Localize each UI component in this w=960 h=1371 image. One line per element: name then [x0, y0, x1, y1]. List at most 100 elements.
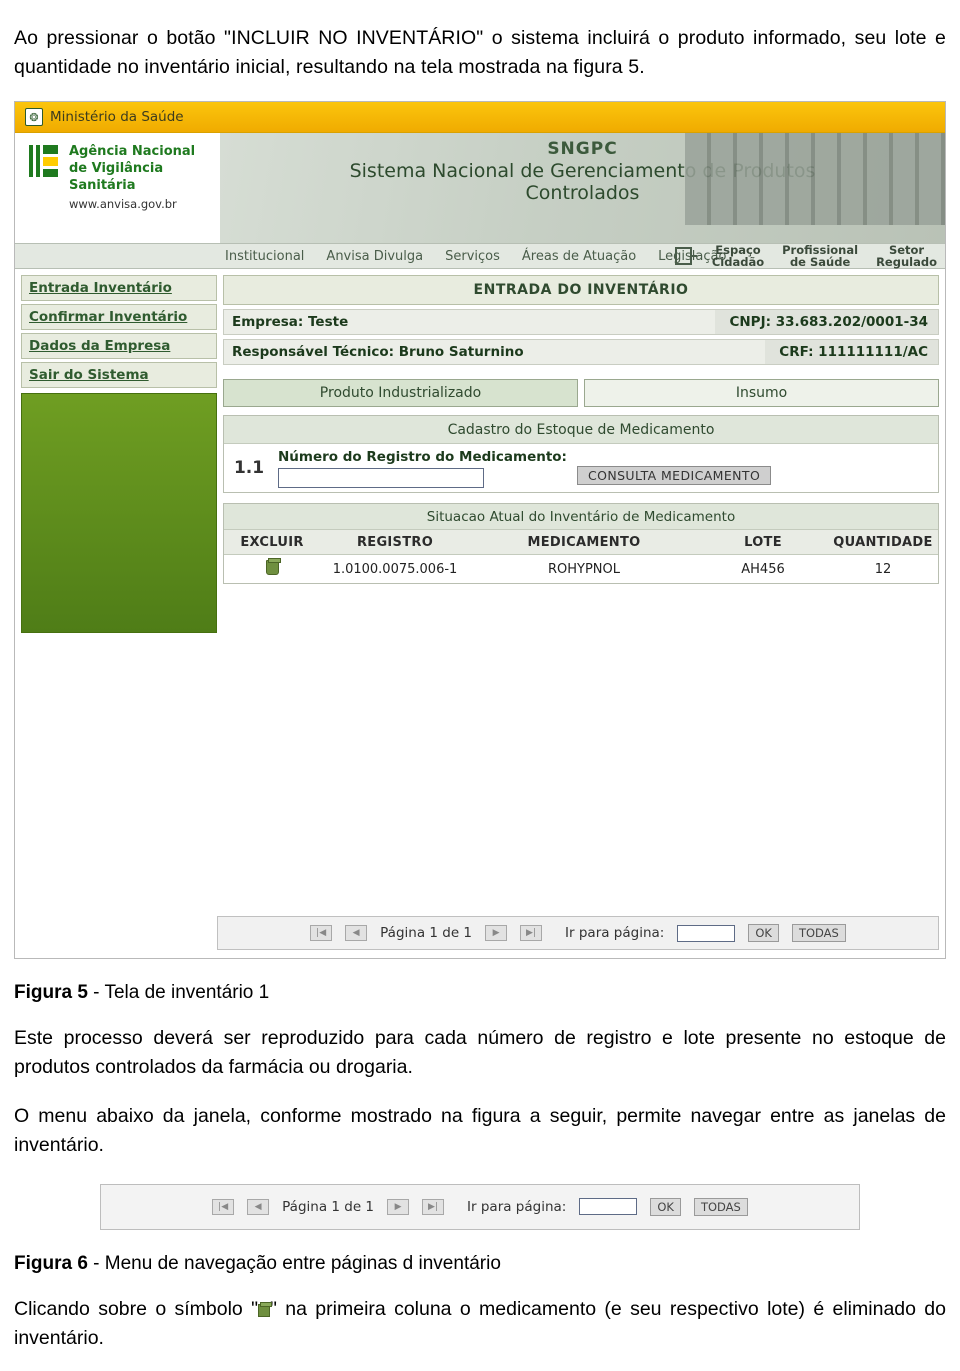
- prev-page-button[interactable]: ◀: [345, 925, 368, 941]
- paragraph-3-pre: Clicando sobre o símbolo ": [14, 1297, 259, 1320]
- agency-url: www.anvisa.gov.br: [69, 197, 177, 211]
- crf-value: 111111111/AC: [818, 344, 928, 360]
- page-indicator: Página 1 de 1: [380, 925, 473, 941]
- goto-page-input-2[interactable]: [579, 1198, 638, 1215]
- nav-right-setor-regulado[interactable]: Setor Regulado: [876, 244, 937, 268]
- sidebar-item-entrada-inventario[interactable]: Entrada Inventário: [21, 275, 217, 301]
- ministry-bar: ❂ Ministério da Saúde: [15, 102, 945, 133]
- nav-right-espaco-cidadao[interactable]: Espaço Cidadão: [712, 244, 764, 268]
- goto-page-label: Ir para página:: [565, 925, 665, 941]
- nav-right-profissional-saude[interactable]: Profissional de Saúde: [782, 244, 858, 268]
- first-page-button-2[interactable]: |◀: [212, 1198, 235, 1215]
- main-content: ENTRADA DO INVENTÁRIO Empresa: Teste CNP…: [223, 275, 939, 957]
- delete-cell[interactable]: [224, 557, 320, 579]
- sidebar-item-dados-da-empresa[interactable]: Dados da Empresa: [21, 333, 217, 359]
- goto-page-input[interactable]: [677, 924, 736, 942]
- column-header-registro: REGISTRO: [356, 534, 434, 550]
- agency-name-line2: de Vigilância Sanitária: [69, 161, 164, 193]
- todas-button[interactable]: TODAS: [791, 924, 846, 942]
- paragraph-3: Clicando sobre o símbolo " " na primeira …: [14, 1295, 946, 1353]
- sidebar-item-label: Sair do Sistema: [29, 367, 149, 383]
- company-label: Empresa:: [232, 314, 304, 330]
- tab-insumo[interactable]: Insumo: [584, 379, 939, 407]
- paragraph-1: Este processo deverá ser reproduzido par…: [14, 1027, 946, 1078]
- tab-label: Produto Industrializado: [319, 385, 482, 401]
- last-page-button[interactable]: ▶|: [520, 925, 543, 941]
- nav-item-areas-de-atuacao[interactable]: Áreas de Atuação: [522, 249, 636, 264]
- ministry-icon: ❂: [25, 108, 43, 126]
- nav-item-servicos[interactable]: Serviços: [445, 249, 500, 264]
- page-indicator-2: Página 1 de 1: [282, 1198, 375, 1215]
- company-row: Empresa: Teste CNPJ: 33.683.202/0001-34: [223, 309, 939, 335]
- figure6-caption-text: - Menu de navegação entre páginas d inve…: [87, 1252, 501, 1274]
- tab-produto-industrializado[interactable]: Produto Industrializado: [223, 379, 578, 407]
- anvisa-logo-block: Agência Nacional de Vigilância Sanitária…: [15, 133, 220, 243]
- top-nav: Institucional Anvisa Divulga Serviços Ár…: [15, 243, 945, 269]
- sidebar-item-sair-do-sistema[interactable]: Sair do Sistema: [21, 362, 217, 388]
- figure5-caption: Figura 5 - Tela de inventário 1: [14, 979, 946, 1006]
- technician-row: Responsável Técnico: Bruno Saturnino CRF…: [223, 339, 939, 365]
- goto-page-label-2: Ir para página:: [467, 1198, 567, 1215]
- anvisa-logo-icon: [27, 143, 61, 179]
- nav-item-anvisa-divulga[interactable]: Anvisa Divulga: [326, 249, 423, 264]
- inventory-table-title: Situacao Atual do Inventário de Medicame…: [224, 504, 938, 530]
- figure6-caption-label: Figura 6: [14, 1252, 88, 1274]
- profissional-line2: de Saúde: [789, 255, 851, 269]
- figure5-caption-text: - Tela de inventário 1: [87, 982, 270, 1003]
- inventory-table-header: EXCLUIR REGISTRO MEDICAMENTO LOTE QUANTI…: [224, 530, 938, 555]
- keyboard-photo: [685, 133, 945, 225]
- technician-value: Bruno Saturnino: [398, 344, 524, 360]
- next-page-button[interactable]: ▶: [485, 925, 508, 941]
- column-header-lote: LOTE: [744, 534, 782, 550]
- prev-page-button-2[interactable]: ◀: [247, 1198, 270, 1215]
- consulta-medicamento-button[interactable]: CONSULTA MEDICAMENTO: [576, 466, 772, 485]
- ok-button[interactable]: OK: [748, 924, 779, 942]
- tab-bar: Produto Industrializado Insumo: [223, 379, 939, 407]
- cell-registro: 1.0100.0075.006-1: [332, 561, 458, 577]
- last-page-button-2[interactable]: ▶|: [422, 1198, 445, 1215]
- figure5-screenshot: ❂ Ministério da Saúde Agência Nacional d…: [14, 101, 946, 959]
- figure5-caption-label: Figura 5: [14, 982, 88, 1003]
- inventory-table: Situacao Atual do Inventário de Medicame…: [223, 503, 939, 584]
- paragraph-2: O menu abaixo da janela, conforme mostra…: [14, 1104, 946, 1156]
- ministry-label: Ministério da Saúde: [50, 109, 184, 125]
- system-title-banner: SNGPC Sistema Nacional de Gerenciamento …: [220, 133, 945, 243]
- site-header: Agência Nacional de Vigilância Sanitária…: [15, 133, 945, 243]
- sidebar-item-label: Dados da Empresa: [29, 338, 171, 354]
- column-header-medicamento: MEDICAMENTO: [527, 534, 641, 550]
- registration-number-label: Número do Registro do Medicamento:: [278, 448, 567, 465]
- cnpj-value: 33.683.202/0001-34: [775, 314, 928, 330]
- agency-name-line1: Agência Nacional: [69, 144, 196, 159]
- setor-line2: Regulado: [876, 255, 937, 269]
- nav-item-institucional[interactable]: Institucional: [225, 249, 304, 264]
- sidebar-item-confirmar-inventario[interactable]: Confirmar Inventário: [21, 304, 217, 330]
- column-header-quantidade: QUANTIDADE: [833, 534, 933, 550]
- door-icon: [674, 247, 697, 265]
- document-page: Ao pressionar o botão "INCLUIR NO INVENT…: [0, 20, 960, 1371]
- register-panel-title: Cadastro do Estoque de Medicamento: [224, 416, 938, 444]
- first-page-button[interactable]: |◀: [310, 925, 333, 941]
- sidebar-item-label: Entrada Inventário: [29, 280, 172, 296]
- ok-button-2[interactable]: OK: [650, 1197, 681, 1216]
- figure6-caption: Figura 6 - Menu de navegação entre págin…: [14, 1250, 946, 1277]
- todas-button-2[interactable]: TODAS: [693, 1197, 748, 1216]
- cnpj-label: CNPJ:: [729, 314, 771, 330]
- espaco-cidadao-line2: Cidadão: [711, 255, 765, 269]
- register-panel: Cadastro do Estoque de Medicamento 1.1 N…: [223, 415, 939, 493]
- crf-label: CRF:: [779, 344, 814, 360]
- sidebar-decoration: [21, 393, 217, 633]
- column-header-excluir: EXCLUIR: [240, 534, 304, 550]
- sidebar: Entrada Inventário Confirmar Inventário …: [21, 275, 217, 957]
- intro-paragraph: Ao pressionar o botão "INCLUIR NO INVENT…: [14, 26, 946, 78]
- trash-icon[interactable]: [265, 557, 281, 575]
- cell-medicamento: ROHYPNOL: [547, 561, 621, 577]
- page-title: ENTRADA DO INVENTÁRIO: [223, 275, 939, 305]
- figure6-screenshot: |◀ ◀ Página 1 de 1 ▶ ▶| Ir para página: …: [100, 1183, 860, 1230]
- next-page-button-2[interactable]: ▶: [387, 1198, 410, 1215]
- cell-lote: AH456: [741, 561, 785, 577]
- pagination-bar: |◀ ◀ Página 1 de 1 ▶ ▶| Ir para página: …: [217, 916, 939, 950]
- table-row: 1.0100.0075.006-1 ROHYPNOL AH456 12: [224, 555, 938, 583]
- registration-number-input[interactable]: [278, 467, 484, 488]
- sidebar-item-label: Confirmar Inventário: [29, 309, 188, 325]
- technician-label: Responsável Técnico:: [232, 344, 395, 360]
